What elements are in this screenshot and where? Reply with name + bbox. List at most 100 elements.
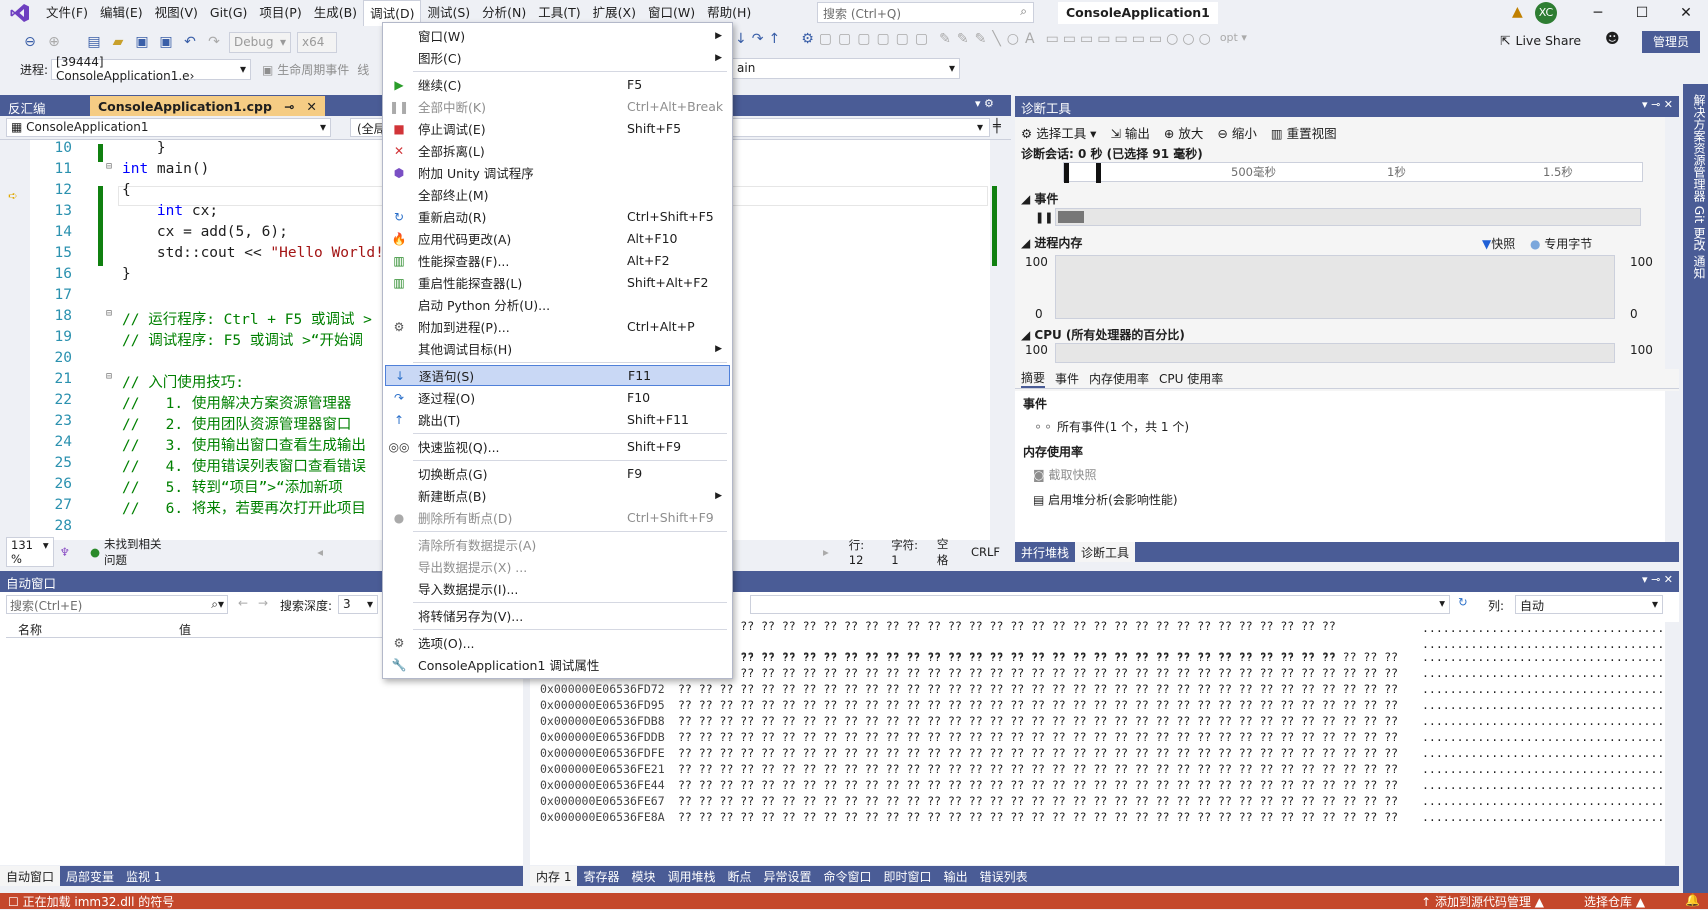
tab-memory-usage[interactable]: 内存使用率 — [1089, 370, 1149, 387]
debug-menu-item[interactable]: 将转储另存为(V)... — [385, 605, 730, 626]
scroll-left-icon[interactable]: ◂ — [317, 545, 323, 559]
new-project-icon[interactable]: ▤ — [84, 32, 104, 52]
fold-icon[interactable]: ⊟ — [106, 161, 112, 172]
debug-menu-item[interactable]: ↷ 逐过程(O) F10 — [385, 387, 730, 408]
tab-disassembly[interactable]: 反汇编 — [0, 96, 90, 116]
debug-menu-item[interactable]: 🔥 应用代码更改(A) Alt+F10 — [385, 228, 730, 249]
redo-icon[interactable]: ↷ — [204, 32, 224, 52]
memory-bytes[interactable]: ?? ?? ?? ?? ?? ?? ?? ?? ?? ?? ?? ?? ?? ?… — [678, 810, 1398, 824]
bottom-tab[interactable]: 断点 — [722, 866, 758, 886]
search-depth-select[interactable]: 3 ▾ — [338, 595, 378, 614]
memory-graph[interactable] — [1055, 255, 1615, 319]
back-icon[interactable]: ← — [238, 596, 248, 610]
menu-2[interactable]: 视图(V) — [149, 0, 204, 26]
column-name[interactable]: 名称 — [18, 621, 42, 638]
debug-menu-item[interactable]: 其他调试目标(H) ▶ — [385, 338, 730, 359]
fold-icon[interactable]: ⊟ — [106, 308, 112, 319]
menu-1[interactable]: 编辑(E) — [94, 0, 149, 26]
project-scope-select[interactable]: ▦ ConsoleApplication1 ▾ — [6, 118, 331, 137]
close-icon[interactable]: ✕ — [1664, 0, 1708, 26]
scroll-right-icon[interactable]: ▸ — [823, 545, 829, 559]
save-icon[interactable]: ▣ — [132, 32, 152, 52]
process-memory-header[interactable]: ◢ 进程内存 — [1021, 234, 1082, 251]
tab-cpu-usage[interactable]: CPU 使用率 — [1159, 370, 1223, 387]
open-folder-icon[interactable]: ▰ — [108, 32, 128, 52]
step-out-icon[interactable]: ↑ — [768, 31, 780, 47]
summary-scrollbar[interactable] — [1665, 391, 1679, 542]
debug-menu-item[interactable]: ◎◎ 快速监视(Q)... Shift+F9 — [385, 436, 730, 457]
memory-bytes[interactable]: ?? ?? ?? ?? ?? ?? ?? ?? ?? ?? ?? ?? ?? ?… — [678, 778, 1398, 792]
reset-view-button[interactable]: ▥ 重置视图 — [1271, 123, 1337, 142]
forward-icon[interactable]: ⊕ — [44, 32, 64, 52]
global-search-input[interactable]: 搜索 (Ctrl+Q) ⌕ — [817, 2, 1034, 23]
memory-address[interactable]: 0x000000E06536FE8A — [540, 810, 665, 824]
select-repository-button[interactable]: 选择仓库 ▲ — [1584, 893, 1645, 910]
column-indicator[interactable]: 字符: 1 — [891, 537, 921, 567]
memory-bytes[interactable]: ?? ?? ?? ?? ?? ?? ?? ?? ?? ?? ?? ?? ?? ?… — [678, 666, 1398, 680]
process-select[interactable]: [39444] ConsoleApplication1.e› ▾ — [51, 55, 252, 83]
timeline-ruler[interactable]: 500毫秒 1秒 1.5秒 — [1063, 162, 1643, 183]
debug-menu-item[interactable]: 全部终止(M) — [385, 184, 730, 205]
bottom-tab[interactable]: 异常设置 — [758, 866, 818, 886]
configuration-select[interactable]: Debug ▾ — [229, 31, 291, 53]
memory-bytes[interactable]: ?? ?? ?? ?? ?? ?? ?? ?? ?? ?? ?? ?? ?? ?… — [678, 794, 1398, 808]
fold-icon[interactable]: ⊟ — [106, 371, 112, 382]
cpu-section-header[interactable]: ◢ CPU (所有处理器的百分比) — [1021, 326, 1185, 343]
add-to-source-control-button[interactable]: ↑ 添加到源代码管理 ▲ — [1421, 893, 1544, 910]
tab-close-icon[interactable]: ✕ — [306, 99, 316, 114]
menu-0[interactable]: 文件(F) — [40, 0, 94, 26]
right-tool-strip[interactable]: 解决方案资源管理器 Git 更改 通知 — [1683, 84, 1708, 894]
zoom-out-button[interactable]: ⊖ 缩小 — [1217, 123, 1256, 142]
events-section-header[interactable]: ◢ 事件 — [1021, 190, 1058, 207]
tab-summary[interactable]: 摘要 — [1021, 369, 1046, 388]
memory-bytes[interactable]: ?? ?? ?? ?? ?? ?? ?? ?? ?? ?? ?? ?? ?? ?… — [678, 762, 1398, 776]
back-icon[interactable]: ⊖ — [20, 32, 40, 52]
platform-select[interactable]: x64 — [297, 31, 337, 53]
stack-frame-select[interactable]: ain ▾ — [732, 58, 960, 79]
debug-menu-item[interactable]: ⚙ 附加到进程(P)... Ctrl+Alt+P — [385, 316, 730, 337]
step-over-icon[interactable]: ↷ — [752, 31, 764, 47]
menu-3[interactable]: Git(G) — [204, 0, 254, 26]
pause-icon[interactable]: ❚❚ — [1035, 211, 1053, 224]
memory-address[interactable]: 0x000000E06536FD95 — [540, 698, 665, 712]
tab-events[interactable]: 事件 — [1055, 370, 1079, 387]
pin-icon[interactable]: ⊸ — [284, 99, 294, 114]
memory-scrollbar[interactable] — [1665, 622, 1679, 865]
diag-scrollbar[interactable] — [1665, 117, 1679, 369]
minimize-icon[interactable]: ─ — [1576, 0, 1620, 26]
output-button[interactable]: ⇲ 输出 — [1110, 123, 1149, 142]
tab-consoleapplication-cpp[interactable]: ConsoleApplication1.cpp ⊸ ✕ — [90, 96, 325, 116]
memory-bytes[interactable]: ?? ?? ?? ?? ?? ?? ?? ?? ?? ?? ?? ?? ?? ?… — [678, 730, 1398, 744]
row-indicator[interactable]: 行: 12 — [849, 537, 875, 567]
memory-address[interactable]: 0x000000E06536FDB8 — [540, 714, 665, 728]
bottom-tab[interactable]: 输出 — [938, 866, 974, 886]
debug-menu-item[interactable]: 新建断点(B) ▶ — [385, 485, 730, 506]
memory-address[interactable]: 0x000000E06536FE67 — [540, 794, 665, 808]
menu-4[interactable]: 项目(P) — [253, 0, 307, 26]
refresh-icon[interactable]: ↻ — [1458, 595, 1468, 609]
debug-menu-item[interactable]: ▥ 重启性能探查器(L) Shift+Alt+F2 — [385, 272, 730, 293]
warning-icon[interactable]: ▲ — [1512, 4, 1523, 20]
memory-address[interactable]: 0x000000E06536FD72 — [540, 682, 665, 696]
visual-studio-logo-icon[interactable] — [0, 0, 40, 26]
save-all-icon[interactable]: ▣ — [156, 32, 176, 52]
event-block[interactable] — [1058, 211, 1084, 223]
panel-controls-icon[interactable]: ▾ ⊸ ✕ — [1642, 573, 1673, 586]
bottom-tab[interactable]: 模块 — [625, 866, 661, 886]
debug-menu-item[interactable]: ↓ 逐语句(S) F11 — [385, 365, 730, 386]
select-tools-button[interactable]: ⚙ 选择工具 ▾ — [1021, 123, 1096, 142]
whitespace-indicator[interactable]: 空格 — [937, 536, 955, 568]
heap-profiling-toggle[interactable]: ▤ 启用堆分析(会影响性能) — [1033, 491, 1178, 508]
issues-label[interactable]: 未找到相关问题 — [104, 536, 167, 568]
column-value[interactable]: 值 — [179, 621, 191, 638]
debug-menu-item[interactable]: 切换断点(G) F9 — [385, 463, 730, 484]
tab-parallel-stacks[interactable]: 并行堆栈 — [1015, 542, 1075, 562]
maximize-icon[interactable]: ☐ — [1620, 0, 1664, 26]
memory-bytes[interactable]: ?? ?? ?? ?? ?? ?? ?? ?? ?? ?? ?? ?? ?? ?… — [678, 746, 1398, 760]
copilot-icon[interactable]: ♆ — [60, 545, 70, 559]
bottom-tab[interactable]: 命令窗口 — [818, 866, 878, 886]
bottom-tab[interactable]: 局部变量 — [60, 866, 120, 886]
debug-menu-item[interactable]: ❚❚ 全部中断(K) Ctrl+Alt+Break — [385, 96, 730, 117]
zoom-select[interactable]: 131 % ▾ — [6, 537, 54, 567]
diagnostics-icon[interactable]: ⚙ — [801, 31, 814, 47]
